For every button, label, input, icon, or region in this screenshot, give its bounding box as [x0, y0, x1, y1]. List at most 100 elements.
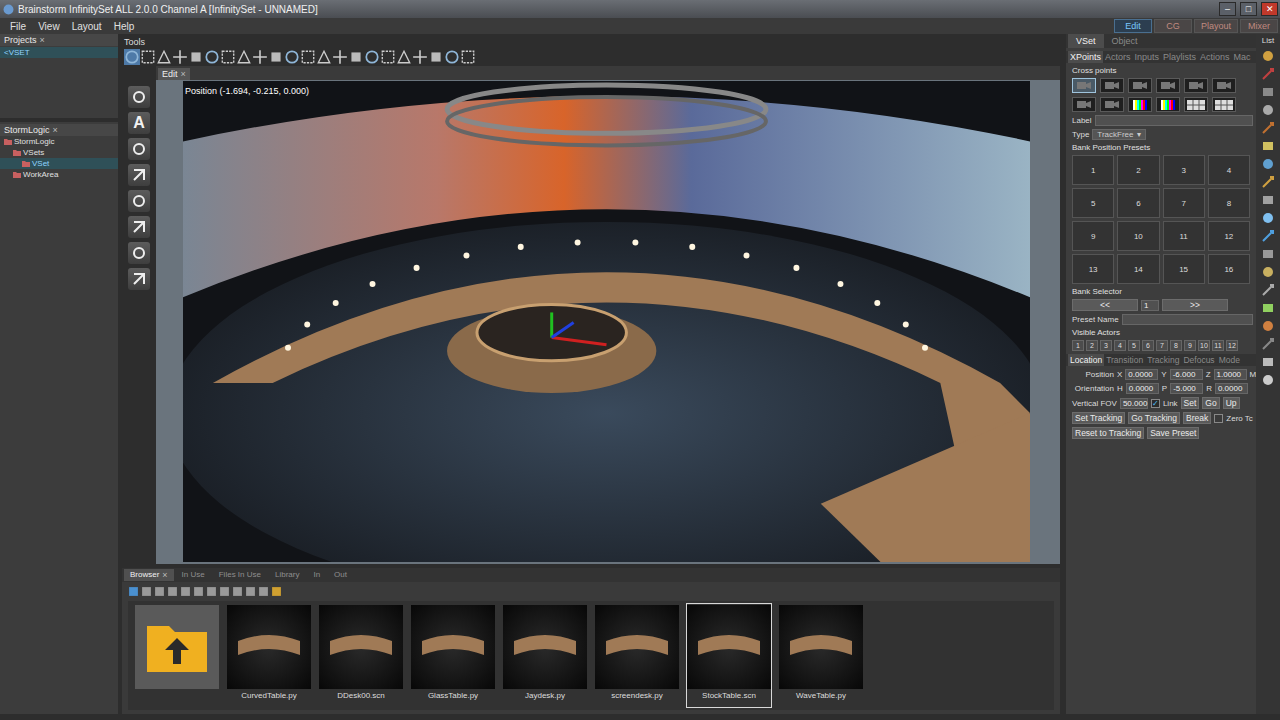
browser-item[interactable]: GlassTable.py — [410, 603, 496, 708]
panel-tab[interactable]: Object — [1104, 34, 1146, 48]
location-tab[interactable]: Defocus — [1181, 354, 1216, 366]
side-tool-icon[interactable] — [1261, 265, 1275, 279]
action-button[interactable]: Reset to Tracking — [1072, 427, 1144, 439]
viewport[interactable]: Position (-1.694, -0.215, 0.000) — [183, 81, 1030, 562]
toolbar-tool-icon[interactable] — [460, 49, 476, 65]
toolbar-tool-icon[interactable] — [268, 49, 284, 65]
mode-tab[interactable]: Mixer — [1240, 19, 1278, 33]
action-button[interactable]: Save Preset — [1147, 427, 1199, 439]
prev-bank-button[interactable]: << — [1072, 299, 1138, 311]
tree-item[interactable]: WorkArea — [0, 169, 118, 180]
toolbar-tool-icon[interactable] — [204, 49, 220, 65]
mode-tab[interactable]: Edit — [1114, 19, 1152, 33]
tool-button[interactable] — [128, 268, 150, 290]
cross-point-button[interactable] — [1072, 78, 1096, 93]
sub-tab[interactable]: Mac — [1232, 51, 1253, 63]
toolbar-tool-icon[interactable] — [172, 49, 188, 65]
toolbar-tool-icon[interactable] — [444, 49, 460, 65]
side-tool-icon[interactable] — [1261, 229, 1275, 243]
actor-toggle[interactable]: 12 — [1226, 340, 1238, 351]
cross-point-button[interactable] — [1212, 97, 1236, 112]
preset-button[interactable]: 12 — [1208, 221, 1250, 251]
cross-point-button[interactable] — [1128, 97, 1152, 112]
sub-tab[interactable]: Inputs — [1133, 51, 1162, 63]
mode-tab[interactable]: Playout — [1194, 19, 1238, 33]
tool-button[interactable] — [128, 242, 150, 264]
side-tool-icon[interactable] — [1261, 67, 1275, 81]
number-input[interactable]: 0.0000 — [1126, 383, 1159, 394]
tree-item[interactable]: VSet — [0, 158, 118, 169]
browser-tab[interactable]: Out — [328, 569, 353, 581]
toolbar-tool-icon[interactable] — [428, 49, 444, 65]
viewport-tab[interactable]: Edit× — [158, 68, 190, 80]
side-tool-icon[interactable] — [1261, 193, 1275, 207]
toolbar-tool-icon[interactable] — [140, 49, 156, 65]
mode-tab[interactable]: CG — [1154, 19, 1192, 33]
cross-point-button[interactable] — [1212, 78, 1236, 93]
menu-item[interactable]: View — [32, 21, 66, 32]
browser-tool-icon[interactable] — [193, 586, 204, 597]
preset-button[interactable]: 15 — [1163, 254, 1205, 284]
sub-tab[interactable]: Playlists — [1161, 51, 1198, 63]
location-tab[interactable]: Transition — [1104, 354, 1145, 366]
side-tool-icon[interactable] — [1261, 301, 1275, 315]
toolbar-tool-icon[interactable] — [396, 49, 412, 65]
cross-point-button[interactable] — [1128, 78, 1152, 93]
bank-field[interactable]: 1 — [1141, 300, 1159, 311]
side-tool-icon[interactable] — [1261, 337, 1275, 351]
side-tool-icon[interactable] — [1261, 211, 1275, 225]
preset-button[interactable]: 5 — [1072, 188, 1114, 218]
toolbar-tool-icon[interactable] — [124, 49, 140, 65]
side-tool-icon[interactable] — [1261, 355, 1275, 369]
menu-item[interactable]: File — [4, 21, 32, 32]
toolbar-tool-icon[interactable] — [412, 49, 428, 65]
tree-item[interactable]: StormLogic — [0, 136, 118, 147]
preset-button[interactable]: 1 — [1072, 155, 1114, 185]
actor-toggle[interactable]: 2 — [1086, 340, 1098, 351]
browser-item[interactable] — [134, 603, 220, 708]
fov-button[interactable]: Set — [1181, 397, 1200, 409]
toolbar-tool-icon[interactable] — [364, 49, 380, 65]
browser-tool-icon[interactable] — [180, 586, 191, 597]
number-input[interactable]: -6.000 — [1170, 369, 1203, 380]
sub-tab[interactable]: Actors — [1103, 51, 1133, 63]
actor-toggle[interactable]: 7 — [1156, 340, 1168, 351]
browser-tool-icon[interactable] — [245, 586, 256, 597]
window-control[interactable]: ✕ — [1261, 2, 1278, 16]
browser-item[interactable]: StockTable.scn — [686, 603, 772, 708]
actor-toggle[interactable]: 6 — [1142, 340, 1154, 351]
tracking-button[interactable]: Go Tracking — [1128, 412, 1180, 424]
browser-tool-icon[interactable] — [206, 586, 217, 597]
browser-tab[interactable]: In Use — [176, 569, 211, 581]
toolbar-tool-icon[interactable] — [300, 49, 316, 65]
side-tool-icon[interactable] — [1261, 85, 1275, 99]
browser-tool-icon[interactable] — [128, 586, 139, 597]
project-item[interactable]: <VSET — [0, 47, 118, 58]
actor-toggle[interactable]: 4 — [1114, 340, 1126, 351]
toolbar-tool-icon[interactable] — [252, 49, 268, 65]
actor-toggle[interactable]: 9 — [1184, 340, 1196, 351]
fov-input[interactable]: 50.000 — [1120, 398, 1148, 409]
location-tab[interactable]: Tracking — [1145, 354, 1181, 366]
preset-button[interactable]: 13 — [1072, 254, 1114, 284]
label-input[interactable] — [1095, 115, 1253, 126]
browser-item[interactable]: DDesk00.scn — [318, 603, 404, 708]
side-tool-icon[interactable] — [1261, 175, 1275, 189]
tool-button[interactable] — [128, 190, 150, 212]
toolbar-tool-icon[interactable] — [284, 49, 300, 65]
preset-button[interactable]: 8 — [1208, 188, 1250, 218]
toolbar-tool-icon[interactable] — [156, 49, 172, 65]
tracking-button[interactable]: Break — [1183, 412, 1211, 424]
side-tool-icon[interactable] — [1261, 49, 1275, 63]
actor-toggle[interactable]: 5 — [1128, 340, 1140, 351]
type-dropdown[interactable]: TrackFree▾ — [1092, 129, 1145, 140]
browser-tool-icon[interactable] — [141, 586, 152, 597]
browser-tool-icon[interactable] — [167, 586, 178, 597]
actor-toggle[interactable]: 8 — [1170, 340, 1182, 351]
menu-item[interactable]: Help — [108, 21, 141, 32]
tool-button[interactable] — [128, 138, 150, 160]
browser-item[interactable]: WaveTable.py — [778, 603, 864, 708]
cross-point-button[interactable] — [1100, 97, 1124, 112]
toolbar-tool-icon[interactable] — [188, 49, 204, 65]
number-input[interactable]: 0.0000 — [1215, 383, 1248, 394]
